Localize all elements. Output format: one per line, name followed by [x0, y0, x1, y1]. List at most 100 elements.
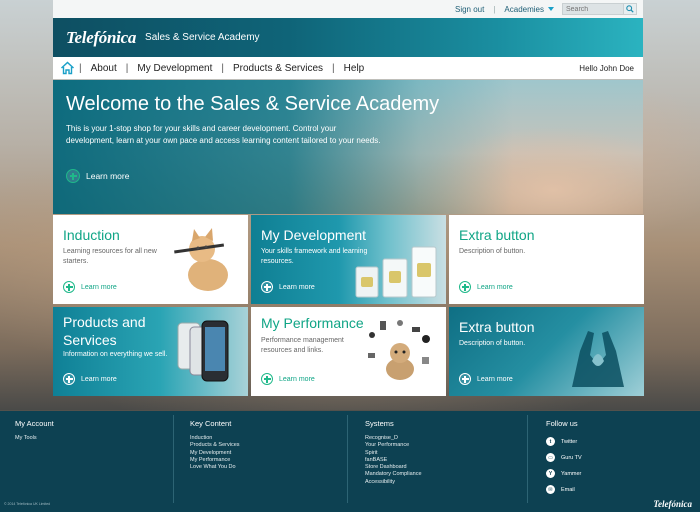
guru-tv-link[interactable]: ▭ Guru TV: [546, 453, 686, 462]
search-icon: [626, 5, 634, 13]
tile-description: Learning resources for all new starters.: [63, 248, 157, 265]
tv-icon: ▭: [546, 453, 555, 462]
plus-circle-icon: [63, 373, 75, 385]
separator: |: [493, 4, 496, 14]
hero-learn-more-link[interactable]: Learn more: [66, 169, 129, 183]
learn-more-label: Learn more: [477, 375, 513, 383]
social-label: Twitter: [561, 438, 578, 445]
footer-heading: Follow us: [546, 419, 578, 428]
tile-description: Description of button.: [459, 248, 526, 255]
tile-description: Performance management resources and lin…: [261, 337, 344, 354]
footer-logo: Telefónica: [653, 499, 692, 509]
twitter-link[interactable]: t Twitter: [546, 437, 686, 446]
tile-description: Information on everything we sell.: [63, 351, 168, 358]
learn-more-link[interactable]: Learn more: [261, 373, 315, 385]
yammer-icon: Y: [546, 469, 555, 478]
tile-title: Extra button: [459, 319, 535, 335]
learn-more-label: Learn more: [86, 171, 130, 181]
footer-heading: Key Content: [190, 419, 232, 428]
footer-link[interactable]: Store Dashboard: [365, 464, 515, 471]
footer-follow-us: Follow us t Twitter ▭ Guru TV Y Yammer ✉…: [546, 411, 686, 503]
footer-link[interactable]: Products & Services: [190, 442, 340, 449]
footer-divider: [347, 415, 348, 503]
tile-title: Extra button: [459, 227, 535, 243]
home-icon: [60, 61, 75, 75]
social-label: Guru TV: [561, 454, 582, 461]
tile-my-performance[interactable]: My Performance Performance management re…: [251, 307, 446, 396]
footer-divider: [527, 415, 528, 503]
footer-link[interactable]: Mandatory Compliance: [365, 471, 515, 478]
hero-title: Welcome to the Sales & Service Academy: [66, 93, 440, 115]
footer-key-content: Key Content Induction Products & Service…: [190, 411, 340, 503]
learn-more-label: Learn more: [81, 375, 117, 383]
tile-extra-button-1[interactable]: Extra button Description of button. Lear…: [449, 215, 644, 304]
email-icon: ✉: [546, 485, 555, 494]
plus-circle-icon: [459, 373, 471, 385]
tile-title: My Performance: [261, 315, 364, 331]
plus-circle-icon: [66, 169, 80, 183]
sign-out-link[interactable]: Sign out: [455, 5, 484, 14]
search-button[interactable]: [624, 3, 637, 15]
tile-extra-button-2[interactable]: Extra button Description of button. Lear…: [449, 307, 644, 396]
telefonica-logo[interactable]: Telefónica: [66, 28, 136, 48]
footer-link[interactable]: Your Performance: [365, 442, 515, 449]
phones-image: [177, 320, 229, 382]
main-nav: | About | My Development | Products & Se…: [53, 57, 643, 79]
sim-cards-image: [355, 246, 437, 298]
academies-label: Academies: [504, 4, 544, 14]
learn-more-link[interactable]: Learn more: [63, 281, 117, 293]
learn-more-link[interactable]: Learn more: [63, 373, 117, 385]
plus-circle-icon: [63, 281, 75, 293]
tile-induction[interactable]: Induction Learning resources for all new…: [53, 215, 248, 304]
nav-item-products-services[interactable]: Products & Services: [224, 63, 332, 74]
footer-link[interactable]: My Tools: [15, 435, 165, 442]
hero-banner: Welcome to the Sales & Service Academy T…: [53, 80, 643, 214]
search-box: [562, 3, 637, 15]
search-input[interactable]: [562, 3, 624, 15]
footer-link[interactable]: My Performance: [190, 457, 340, 464]
academies-dropdown[interactable]: Academies: [504, 5, 554, 14]
footer-my-account: My Account My Tools: [15, 411, 165, 503]
tile-my-development[interactable]: My Development Your skills framework and…: [251, 215, 446, 304]
nav-item-help[interactable]: Help: [335, 63, 374, 74]
email-link[interactable]: ✉ Email: [546, 485, 686, 494]
footer-heading: My Account: [15, 419, 54, 428]
social-label: Yammer: [561, 470, 582, 477]
learn-more-link[interactable]: Learn more: [261, 281, 315, 293]
footer-link[interactable]: Love What You Do: [190, 464, 340, 471]
tile-title: Products and Services: [63, 314, 146, 348]
footer-link[interactable]: Spirit: [365, 450, 515, 457]
nav-item-my-development[interactable]: My Development: [128, 63, 221, 74]
tile-title: Induction: [63, 227, 120, 243]
chevron-down-icon: [548, 7, 554, 11]
footer-link[interactable]: Accessibility: [365, 479, 515, 486]
user-greeting: Hello John Doe: [579, 63, 634, 73]
hero-text: This is your 1-stop shop for your skills…: [66, 124, 381, 145]
plus-circle-icon: [261, 373, 273, 385]
footer-divider: [173, 415, 174, 503]
site-title: Sales & Service Academy: [145, 32, 260, 43]
dog-gadgets-image: [368, 320, 430, 380]
learn-more-link[interactable]: Learn more: [459, 281, 513, 293]
learn-more-link[interactable]: Learn more: [459, 373, 513, 385]
footer-link[interactable]: fanBASE: [365, 457, 515, 464]
home-nav-button[interactable]: [60, 61, 79, 75]
footer: My Account My Tools Key Content Inductio…: [0, 411, 700, 512]
learn-more-label: Learn more: [279, 375, 315, 383]
learn-more-label: Learn more: [81, 283, 117, 291]
footer-heading: Systems: [365, 419, 394, 428]
heart-hands-image: [572, 331, 624, 387]
cat-image: [174, 228, 228, 291]
brand-header: Telefónica Sales & Service Academy: [53, 18, 643, 57]
twitter-icon: t: [546, 437, 555, 446]
footer-link[interactable]: Induction: [190, 435, 340, 442]
copyright-text: © 2014 Telefónica UK Limited: [4, 502, 51, 506]
yammer-link[interactable]: Y Yammer: [546, 469, 686, 478]
utility-bar: Sign out | Academies: [53, 0, 643, 18]
nav-item-about[interactable]: About: [82, 63, 126, 74]
footer-link[interactable]: Recognise_D: [365, 435, 515, 442]
plus-circle-icon: [261, 281, 273, 293]
tile-products-and-services[interactable]: Products and Services Information on eve…: [53, 307, 248, 396]
footer-link[interactable]: My Development: [190, 450, 340, 457]
learn-more-label: Learn more: [279, 283, 315, 291]
